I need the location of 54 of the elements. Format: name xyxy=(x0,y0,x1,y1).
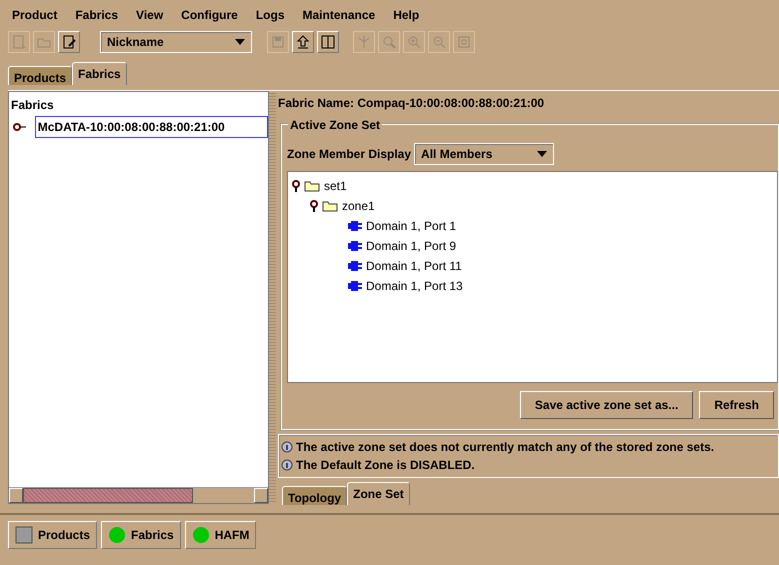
menu-item[interactable]: View xyxy=(134,6,166,24)
tree-item[interactable]: Domain 1, Port 13 xyxy=(366,277,463,295)
panel-title: Fabrics xyxy=(10,97,55,114)
menu-item[interactable]: Logs xyxy=(254,6,287,24)
tree-item[interactable]: set1 xyxy=(324,177,347,195)
tree-handle-icon[interactable] xyxy=(13,122,27,132)
fit-icon xyxy=(456,34,472,50)
port-icon xyxy=(348,241,362,251)
dropdown-arrow-icon xyxy=(235,39,245,45)
menu-item[interactable]: Configure xyxy=(179,6,240,24)
horizontal-scrollbar[interactable] xyxy=(9,487,268,503)
magnifier-icon xyxy=(381,34,397,50)
zoom-out-icon xyxy=(431,34,447,50)
tree-item[interactable]: Domain 1, Port 1 xyxy=(366,217,456,235)
display-label: Zone Member Display xyxy=(287,146,412,163)
tab[interactable]: Zone Set xyxy=(347,482,410,505)
tree-item[interactable]: Domain 1, Port 9 xyxy=(366,237,456,255)
tree-item[interactable]: Domain 1, Port 11 xyxy=(366,257,462,275)
status-message: The Default Zone is DISABLED. xyxy=(296,457,475,474)
expand-handle-icon[interactable] xyxy=(310,200,318,212)
dropdown-arrow-icon xyxy=(537,151,548,157)
expand-handle-icon[interactable] xyxy=(292,180,300,192)
display-dropdown[interactable]: All Members xyxy=(414,143,554,165)
folder-icon xyxy=(322,200,338,212)
status-button[interactable]: Products xyxy=(8,521,98,549)
dialog-button[interactable]: Refresh xyxy=(699,391,774,419)
info-icon xyxy=(281,441,293,453)
new-document-icon xyxy=(11,34,27,50)
info-icon xyxy=(281,459,293,471)
save-icon xyxy=(270,34,286,50)
status-message: The active zone set does not currently match any of the stored zone sets. xyxy=(296,439,714,456)
tab[interactable]: Fabrics xyxy=(72,62,127,85)
menu-item[interactable]: Help xyxy=(391,6,422,24)
port-icon xyxy=(348,281,362,291)
menu-item[interactable]: Fabrics xyxy=(73,6,120,24)
document-pair-icon xyxy=(320,34,336,50)
tree-item[interactable]: zone1 xyxy=(342,197,375,215)
fabric-name: Fabric Name: Compaq-10:00:08:00:88:00:21:00 xyxy=(278,95,546,112)
document-edit-icon xyxy=(61,34,77,50)
port-icon xyxy=(348,261,362,271)
folder-icon xyxy=(304,180,320,192)
port-icon xyxy=(348,221,362,231)
tab[interactable]: Topology xyxy=(282,486,348,505)
status-button[interactable]: Fabrics xyxy=(101,521,181,549)
tree-item[interactable]: McDATA-10:00:08:00:88:00:21:00 xyxy=(34,116,268,138)
upload-icon xyxy=(295,34,311,50)
topology-icon xyxy=(356,34,372,50)
nickname-dropdown[interactable]: Nickname xyxy=(100,31,252,53)
menu-item[interactable]: Maintenance xyxy=(300,6,378,24)
dialog-button[interactable]: Save active zone set as... xyxy=(520,391,694,419)
tab[interactable]: Products xyxy=(8,66,72,85)
status-button[interactable]: HAFM xyxy=(184,521,256,549)
menu-item[interactable]: Product xyxy=(10,6,60,24)
zoom-in-icon xyxy=(406,34,422,50)
